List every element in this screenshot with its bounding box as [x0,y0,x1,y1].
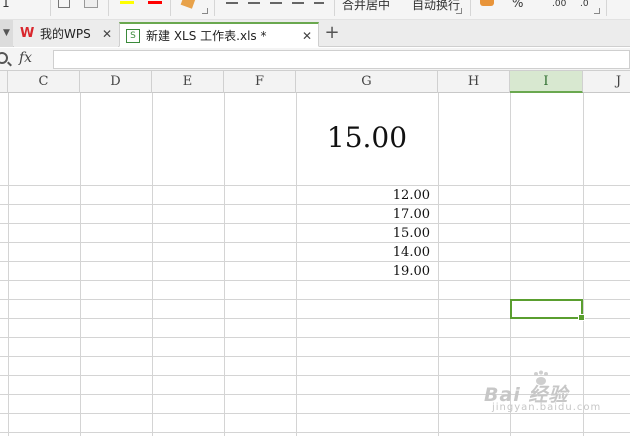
column-header-row: C D E F G H I J [0,71,630,93]
cell-value[interactable]: 15.00 [296,224,430,243]
column-header-g[interactable]: G [296,71,438,93]
increase-decimal-button[interactable]: .00 [552,0,566,9]
highlight-color-icon[interactable] [120,1,134,4]
spreadsheet-icon: S [126,29,140,43]
tab-list-arrow-icon[interactable]: ▼ [0,20,13,47]
column-header-b[interactable] [0,71,8,93]
ribbon-toolbar: 1 合并居中 自动换行 % .00 .0 [0,0,630,20]
gridline [0,337,630,338]
insert-function-button[interactable]: fx [19,50,32,66]
border-icon[interactable] [58,0,70,8]
formula-bar: fx [0,48,630,71]
merge-center-button[interactable]: 合并居中 [342,0,390,13]
merged-cell-value[interactable]: 15.00 [296,121,438,154]
close-icon[interactable]: ✕ [302,24,312,48]
cell-value[interactable]: 19.00 [296,262,430,281]
new-tab-plus-icon[interactable]: + [322,22,342,46]
tab-label: 新建 XLS 工作表.xls * [146,29,267,43]
active-cell-selection[interactable] [510,299,585,321]
search-icon[interactable] [0,52,8,64]
gridline [0,356,630,357]
baidu-jingyan-watermark: Bai 经验 jingyan.baidu.com [484,370,614,422]
column-header-c[interactable]: C [8,71,80,93]
gridline [8,93,9,436]
dialog-launcher-icon[interactable] [594,8,600,14]
cell-value[interactable]: 14.00 [296,243,430,262]
close-icon[interactable]: ✕ [102,22,112,46]
font-color-icon[interactable] [148,1,162,4]
decrease-decimal-button[interactable]: .0 [580,0,589,9]
percent-button[interactable]: % [512,0,523,10]
ribbon-divider [108,0,109,16]
column-header-h[interactable]: H [438,71,510,93]
cell-value[interactable]: 12.00 [296,186,430,205]
formula-input[interactable] [53,50,630,69]
column-header-j[interactable]: J [583,71,630,93]
gridline [152,93,153,436]
tab-new-xls-workbook[interactable]: S 新建 XLS 工作表.xls * ✕ [119,22,319,47]
column-header-e[interactable]: E [152,71,224,93]
watermark-url: jingyan.baidu.com [492,402,602,413]
wrap-text-button[interactable]: 自动换行 [412,0,460,13]
gridline [224,93,225,436]
align-right-icon[interactable] [270,2,282,4]
ribbon-divider [334,0,335,16]
column-header-d[interactable]: D [80,71,152,93]
distributed-icon[interactable] [314,2,324,4]
ribbon-divider [606,0,607,16]
document-tab-bar: ▼ W 我的WPS ✕ S 新建 XLS 工作表.xls * ✕ + [0,20,630,47]
ribbon-divider [50,0,51,16]
column-header-f[interactable]: F [224,71,296,93]
clear-format-icon[interactable] [180,0,196,9]
format-painter-icon[interactable] [84,0,98,8]
gridline [0,432,630,433]
dialog-launcher-icon[interactable] [456,8,462,14]
align-left-icon[interactable] [226,2,238,4]
column-header-i[interactable]: I [510,71,583,93]
gridline [438,93,439,436]
ribbon-divider [170,0,171,16]
cell-value[interactable]: 17.00 [296,205,430,224]
tab-label: 我的WPS [40,27,91,41]
ribbon-divider [470,0,471,16]
ribbon-item[interactable]: 1 [2,0,10,10]
wps-logo-icon: W [20,26,35,41]
align-center-icon[interactable] [248,2,260,4]
justify-icon[interactable] [292,2,304,4]
ribbon-divider [214,0,215,16]
gridline [80,93,81,436]
currency-icon[interactable] [480,0,494,6]
tab-my-wps[interactable]: W 我的WPS ✕ [14,22,118,47]
dialog-launcher-icon[interactable] [202,8,208,14]
